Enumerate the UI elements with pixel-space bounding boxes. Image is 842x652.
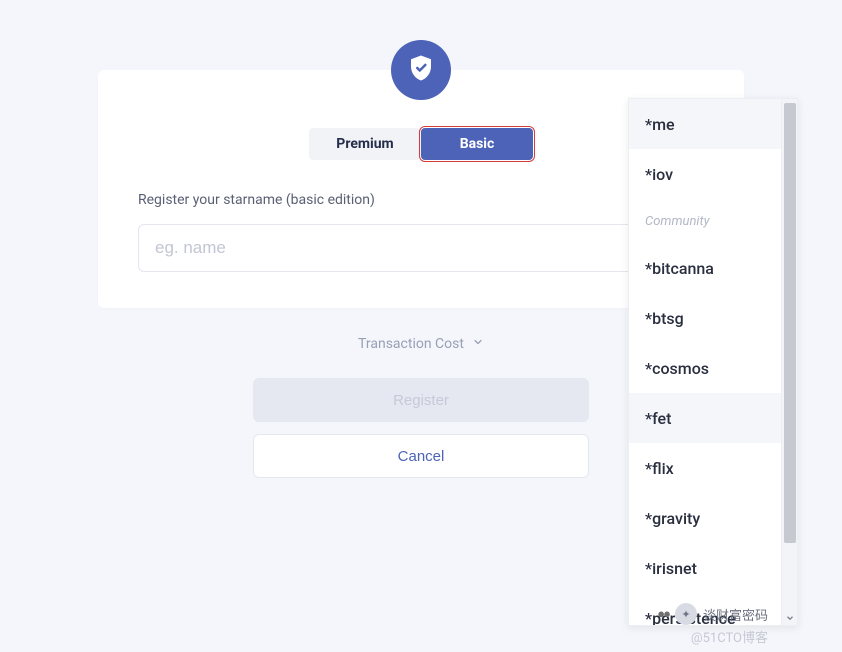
- tab-basic[interactable]: Basic: [421, 128, 533, 160]
- register-prompt-row: Register your starname (basic edition) H: [138, 190, 704, 210]
- dropdown-item[interactable]: *irisnet: [629, 543, 781, 593]
- domain-dropdown[interactable]: *me*iovCommunity*bitcanna*btsg*cosmos*fe…: [628, 98, 798, 626]
- starname-input[interactable]: [138, 224, 704, 272]
- dropdown-item[interactable]: *bitcanna: [629, 243, 781, 293]
- dropdown-section-header: Community: [629, 199, 781, 243]
- wechat-icon: ●●: [657, 606, 669, 622]
- chevron-down-icon: [472, 336, 484, 352]
- dropdown-item[interactable]: *flix: [629, 443, 781, 493]
- register-button[interactable]: Register: [253, 378, 589, 422]
- dropdown-item[interactable]: *cosmos: [629, 343, 781, 393]
- cost-label: Transaction Cost: [358, 336, 464, 352]
- cancel-button[interactable]: Cancel: [253, 434, 589, 478]
- dropdown-item[interactable]: *btsg: [629, 293, 781, 343]
- scrollbar-thumb[interactable]: [784, 103, 796, 543]
- watermark: ●● ✦ 谈财富密码 @51CTO博客: [657, 603, 768, 646]
- scroll-down-icon[interactable]: [782, 611, 797, 625]
- register-prompt: Register your starname (basic edition): [138, 192, 375, 208]
- shield-check-icon: [406, 53, 436, 87]
- dropdown-list: *me*iovCommunity*bitcanna*btsg*cosmos*fe…: [629, 99, 781, 625]
- avatar-icon: ✦: [675, 603, 697, 625]
- dropdown-item[interactable]: *fet: [629, 393, 781, 443]
- watermark-top: ●● ✦ 谈财富密码: [657, 603, 768, 625]
- shield-badge: [391, 40, 451, 100]
- scrollbar[interactable]: [781, 99, 797, 625]
- dropdown-item[interactable]: *me: [629, 99, 781, 149]
- watermark-bottom-text: @51CTO博客: [691, 627, 768, 646]
- dropdown-item[interactable]: *iov: [629, 149, 781, 199]
- watermark-top-text: 谈财富密码: [703, 605, 768, 624]
- tab-premium[interactable]: Premium: [309, 128, 421, 160]
- dropdown-item[interactable]: *gravity: [629, 493, 781, 543]
